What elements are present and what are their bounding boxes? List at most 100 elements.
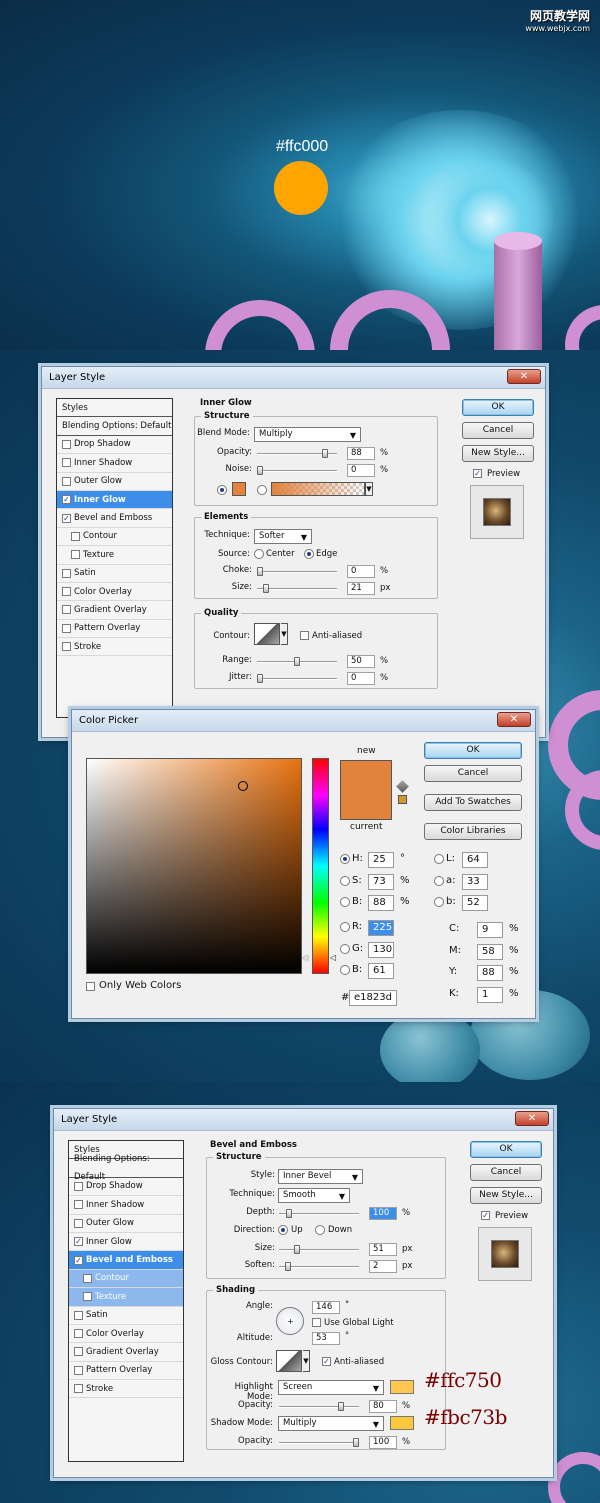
altitude-input[interactable]: 53 xyxy=(312,1332,340,1345)
style-list-item[interactable]: Texture xyxy=(69,1288,183,1307)
style-list-item[interactable]: Stroke xyxy=(57,638,172,657)
bevel-style-select[interactable]: Inner Bevel ▼ xyxy=(278,1169,363,1184)
style-checkbox[interactable] xyxy=(83,1273,92,1283)
highlight-opacity-slider[interactable] xyxy=(279,1402,359,1411)
only-web-colors-checkbox[interactable] xyxy=(86,982,95,991)
color-mode-radio[interactable] xyxy=(434,875,444,886)
color-value-input[interactable]: 33 xyxy=(462,873,488,890)
jitter-input[interactable]: 0 xyxy=(347,672,375,685)
style-checkbox[interactable]: ✓ xyxy=(62,495,71,505)
style-list-item[interactable]: Contour xyxy=(57,528,172,547)
style-list-item[interactable]: Satin xyxy=(69,1307,183,1325)
opacity-input[interactable]: 88 xyxy=(347,447,375,460)
size-input[interactable]: 51 xyxy=(369,1243,397,1256)
hue-marker-right[interactable]: ◁ xyxy=(330,953,336,962)
cancel-button[interactable]: Cancel xyxy=(462,422,534,439)
style-list-item[interactable]: Gradient Overlay xyxy=(69,1343,183,1362)
noise-slider[interactable] xyxy=(257,466,337,475)
technique-select[interactable]: Smooth ▼ xyxy=(278,1188,350,1203)
shadow-opacity-slider[interactable] xyxy=(279,1438,359,1447)
color-mode-radio[interactable] xyxy=(340,965,350,975)
style-list-item[interactable]: Pattern Overlay xyxy=(57,620,172,639)
choke-slider-knob[interactable] xyxy=(257,567,263,576)
preview-checkbox[interactable]: ✓ xyxy=(473,469,482,478)
style-checkbox[interactable] xyxy=(62,476,71,486)
gradient-preview[interactable] xyxy=(271,482,365,496)
glow-color-swatch[interactable] xyxy=(232,482,246,496)
solid-color-radio[interactable] xyxy=(217,485,227,495)
size-slider[interactable] xyxy=(257,584,337,593)
color-value-input[interactable]: 64 xyxy=(462,852,488,868)
size-slider-knob[interactable] xyxy=(262,584,269,593)
style-checkbox[interactable] xyxy=(62,439,71,449)
gamut-warning-icon[interactable] xyxy=(396,780,409,793)
size-input[interactable]: 21 xyxy=(347,582,375,595)
depth-input[interactable]: 100 xyxy=(369,1207,397,1220)
highlight-opacity-slider-knob[interactable] xyxy=(338,1402,345,1411)
chevron-down-icon[interactable]: ▼ xyxy=(303,1350,310,1372)
depth-slider-knob[interactable] xyxy=(286,1209,293,1218)
angle-dial[interactable]: + xyxy=(276,1307,304,1335)
choke-input[interactable]: 0 xyxy=(347,565,375,578)
hue-slider[interactable] xyxy=(312,758,329,974)
style-checkbox[interactable] xyxy=(74,1310,83,1320)
anti-aliased-checkbox[interactable] xyxy=(300,631,309,640)
shadow-opacity-slider-knob[interactable] xyxy=(353,1438,359,1447)
cancel-button[interactable]: Cancel xyxy=(424,765,522,782)
shadow-opacity-input[interactable]: 100 xyxy=(369,1436,397,1449)
add-to-swatches-button[interactable]: Add To Swatches xyxy=(424,794,522,811)
style-list-item[interactable]: Color Overlay xyxy=(57,583,172,602)
color-value-input[interactable]: 225 xyxy=(368,920,394,936)
color-value-input[interactable]: 130 xyxy=(368,941,394,958)
anti-aliased-checkbox[interactable]: ✓ xyxy=(322,1357,331,1366)
style-checkbox[interactable] xyxy=(62,605,71,615)
shadow-mode-select[interactable]: Multiply ▼ xyxy=(278,1416,384,1431)
color-value-input[interactable]: 58 xyxy=(477,943,503,960)
technique-select[interactable]: Softer ▼ xyxy=(254,529,312,544)
cancel-button[interactable]: Cancel xyxy=(470,1164,542,1181)
jitter-slider-knob[interactable] xyxy=(257,674,263,683)
web-safe-warning-icon[interactable] xyxy=(398,795,407,804)
contour-picker[interactable] xyxy=(254,623,280,645)
range-slider-knob[interactable] xyxy=(294,657,300,666)
style-checkbox[interactable] xyxy=(62,458,71,468)
size-slider-knob[interactable] xyxy=(293,1245,300,1254)
style-list-item[interactable]: ✓ Inner Glow xyxy=(69,1233,183,1252)
style-checkbox[interactable] xyxy=(71,550,80,560)
style-list-item[interactable]: Drop Shadow xyxy=(57,436,172,455)
close-button[interactable]: ✕ xyxy=(507,369,541,384)
color-value-input[interactable]: 88 xyxy=(368,895,394,911)
style-list-item[interactable]: Inner Shadow xyxy=(69,1196,183,1215)
style-checkbox[interactable] xyxy=(74,1347,83,1357)
source-edge-radio[interactable] xyxy=(304,549,314,559)
style-list-item[interactable]: ✓ Bevel and Emboss xyxy=(69,1251,183,1270)
noise-input[interactable]: 0 xyxy=(347,464,375,477)
style-checkbox[interactable] xyxy=(62,623,71,633)
jitter-slider[interactable] xyxy=(257,674,337,683)
color-mode-radio[interactable] xyxy=(340,854,350,864)
close-button[interactable]: ✕ xyxy=(497,712,531,727)
color-mode-radio[interactable] xyxy=(340,875,350,886)
style-list-item[interactable]: Blending Options: Default xyxy=(69,1154,183,1182)
style-checkbox[interactable] xyxy=(62,587,71,597)
range-slider[interactable] xyxy=(257,657,337,666)
color-mode-radio[interactable] xyxy=(340,922,350,932)
style-list-item[interactable]: Contour xyxy=(69,1269,183,1289)
style-checkbox[interactable] xyxy=(62,642,71,652)
style-checkbox[interactable] xyxy=(74,1365,83,1375)
color-mode-radio[interactable] xyxy=(434,897,444,907)
color-value-input[interactable]: 9 xyxy=(477,922,503,938)
gradient-radio[interactable] xyxy=(257,485,267,495)
soften-slider-knob[interactable] xyxy=(284,1262,291,1271)
color-libraries-button[interactable]: Color Libraries xyxy=(424,823,522,840)
highlight-color-swatch[interactable] xyxy=(390,1380,414,1394)
choke-slider[interactable] xyxy=(257,567,337,576)
style-checkbox[interactable]: ✓ xyxy=(74,1255,83,1265)
ok-button[interactable]: OK xyxy=(470,1141,542,1158)
shadow-color-swatch[interactable] xyxy=(390,1416,414,1430)
color-value-input[interactable]: 1 xyxy=(477,986,503,1003)
color-mode-radio[interactable] xyxy=(340,897,350,907)
close-button[interactable]: ✕ xyxy=(515,1111,549,1126)
noise-slider-knob[interactable] xyxy=(257,466,263,475)
chevron-down-icon[interactable]: ▼ xyxy=(365,482,373,496)
